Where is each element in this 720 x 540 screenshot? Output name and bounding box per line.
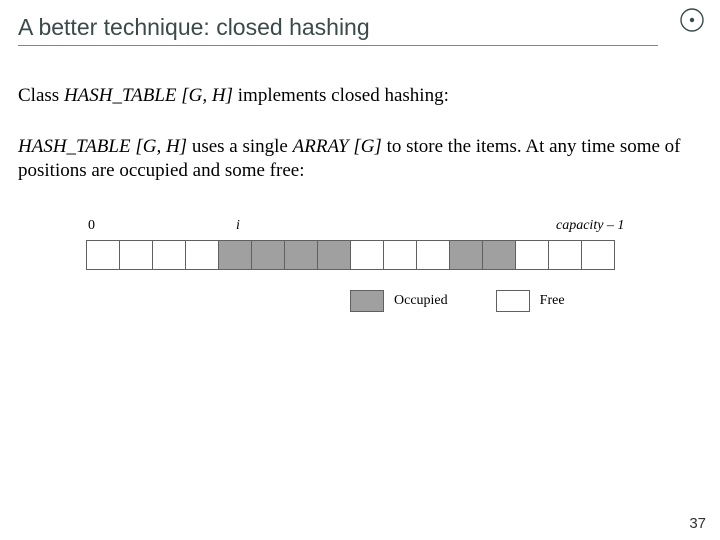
legend-free-label: Free <box>540 293 565 309</box>
array-diagram: 0 i capacity – 1 Occupied Free <box>86 218 702 312</box>
array-cell <box>548 240 582 270</box>
logo-icon <box>678 6 706 34</box>
array-cell <box>416 240 450 270</box>
array-cell <box>152 240 186 270</box>
text: uses a single <box>187 136 293 157</box>
array-cell <box>251 240 285 270</box>
text: implements closed hashing: <box>233 85 449 106</box>
legend: Occupied Free <box>350 290 702 312</box>
label-i: i <box>236 218 240 234</box>
legend-occupied-label: Occupied <box>394 293 448 309</box>
class-name: HASH_TABLE [G, H] <box>64 85 233 106</box>
slide: A better technique: closed hashing Class… <box>0 0 720 540</box>
array-cell <box>86 240 120 270</box>
text: Class <box>18 85 64 106</box>
array-cell <box>482 240 516 270</box>
swatch-occupied <box>350 290 384 312</box>
slide-title: A better technique: closed hashing <box>18 14 702 41</box>
intro-line-2: HASH_TABLE [G, H] uses a single ARRAY [G… <box>18 135 702 184</box>
page-number: 37 <box>689 515 706 532</box>
array-cell <box>119 240 153 270</box>
array-cell <box>581 240 615 270</box>
title-underline <box>18 45 658 46</box>
array-cell <box>383 240 417 270</box>
class-name: HASH_TABLE [G, H] <box>18 136 187 157</box>
array-cell <box>218 240 252 270</box>
array-cell <box>185 240 219 270</box>
array-cell <box>317 240 351 270</box>
array-type: ARRAY [G] <box>293 136 382 157</box>
array-cells <box>86 240 702 270</box>
swatch-free <box>496 290 530 312</box>
label-zero: 0 <box>88 218 95 234</box>
array-cell <box>350 240 384 270</box>
label-capacity: capacity – 1 <box>556 218 624 234</box>
intro-line-1: Class HASH_TABLE [G, H] implements close… <box>18 84 702 109</box>
array-cell <box>284 240 318 270</box>
index-labels: 0 i capacity – 1 <box>86 218 702 240</box>
array-cell <box>515 240 549 270</box>
array-cell <box>449 240 483 270</box>
